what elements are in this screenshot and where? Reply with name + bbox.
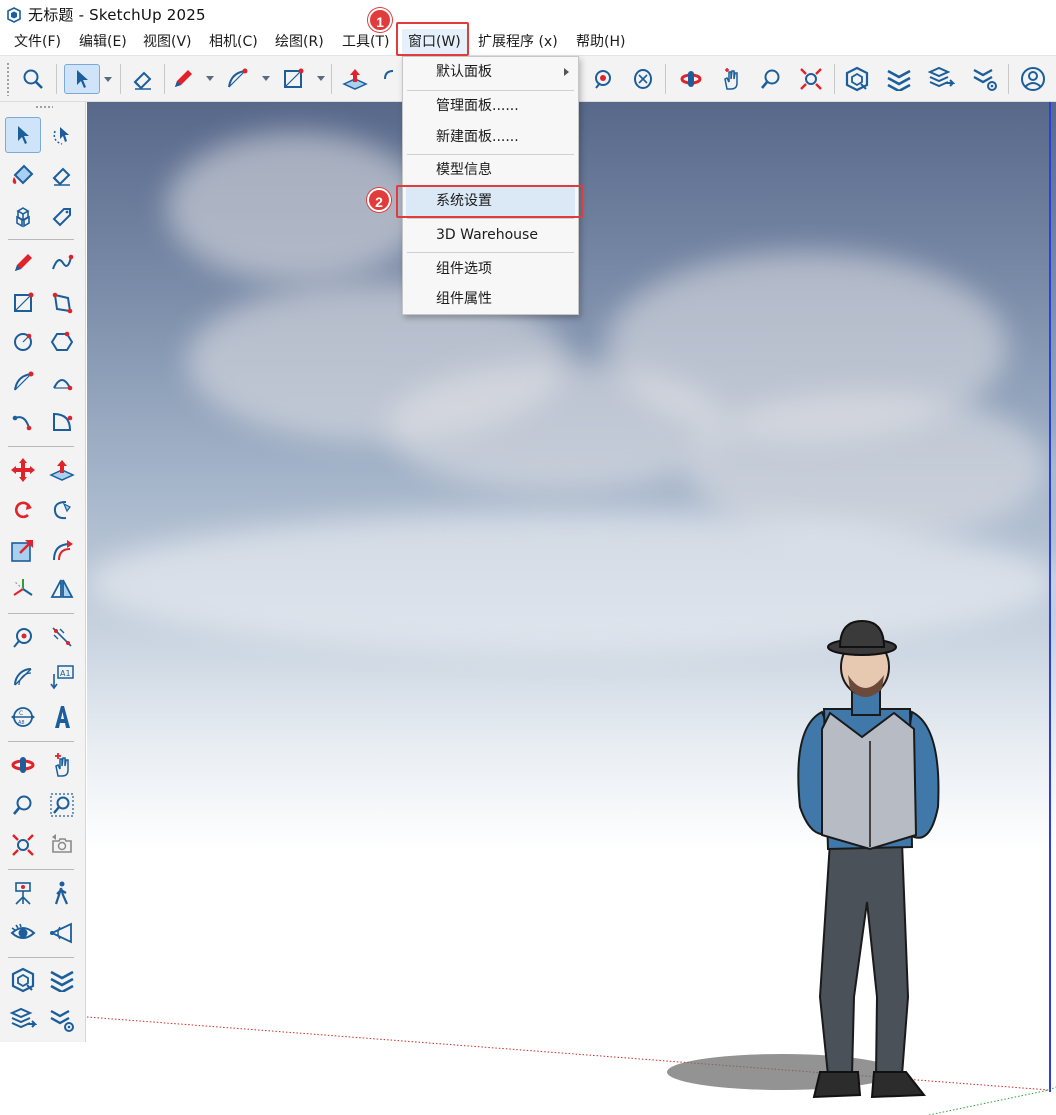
step-badge-1: 1 xyxy=(368,8,392,32)
follow-me-icon[interactable] xyxy=(44,492,80,528)
menu-help[interactable]: 帮助(H) xyxy=(570,29,631,55)
rectangle-dropdown-caret[interactable] xyxy=(317,76,325,81)
zoom-extents-icon[interactable] xyxy=(796,64,826,94)
arc-icon[interactable] xyxy=(222,64,252,94)
menu-item-manage-trays[interactable]: 管理面板...... xyxy=(406,91,575,121)
search-icon[interactable] xyxy=(18,64,48,94)
look-around-icon[interactable] xyxy=(5,915,41,951)
step-badge-2: 2 xyxy=(367,188,391,212)
eraser-icon[interactable] xyxy=(44,157,80,193)
sketchup-logo-icon xyxy=(7,6,21,23)
menu-item-3d-warehouse[interactable]: 3D Warehouse xyxy=(406,220,575,250)
pie-icon[interactable] xyxy=(44,404,80,440)
move-icon[interactable] xyxy=(5,452,41,488)
account-icon[interactable] xyxy=(1018,64,1048,94)
highlight-box-window-menu xyxy=(396,22,469,56)
menu-item-component-attributes[interactable]: 组件属性 xyxy=(406,284,575,314)
menu-item-default-tray[interactable]: 默认面板 xyxy=(406,57,575,87)
pan-icon[interactable] xyxy=(676,64,706,94)
highlight-box-preferences xyxy=(396,185,583,218)
toolbar-grip[interactable] xyxy=(6,62,10,96)
3d-warehouse-icon[interactable] xyxy=(842,64,872,94)
tag-icon[interactable] xyxy=(44,199,80,235)
arc-icon[interactable] xyxy=(5,364,41,400)
menu-view[interactable]: 视图(V) xyxy=(137,29,198,55)
select-icon[interactable] xyxy=(64,64,100,94)
extension-manager-icon[interactable] xyxy=(970,64,1000,94)
hand-pan-icon[interactable] xyxy=(716,64,746,94)
rectangle-icon[interactable] xyxy=(5,285,41,321)
left-tool-palette: A1 C A8 xyxy=(0,102,86,1042)
protractor-icon[interactable] xyxy=(5,659,41,695)
submenu-arrow-icon xyxy=(564,68,569,76)
flip-icon[interactable] xyxy=(44,571,80,607)
three-point-arc-icon[interactable] xyxy=(5,404,41,440)
menu-item-component-options[interactable]: 组件选项 xyxy=(406,254,575,284)
axes-icon[interactable] xyxy=(5,571,41,607)
select-dropdown-button[interactable] xyxy=(101,64,115,94)
scale-figure-person[interactable] xyxy=(662,617,992,1107)
menu-bar: 文件(F) 编辑(E) 视图(V) 相机(C) 绘图(R) 工具(T) 窗口(W… xyxy=(0,29,1056,55)
walk-icon[interactable] xyxy=(44,875,80,911)
push-pull-icon[interactable] xyxy=(44,452,80,488)
zoom-extents-icon[interactable] xyxy=(5,827,41,863)
extension-manager-icon[interactable] xyxy=(44,1002,80,1038)
section-plane-icon[interactable]: C A8 xyxy=(5,699,41,735)
dimension-icon[interactable] xyxy=(44,619,80,655)
rotated-rectangle-icon[interactable] xyxy=(44,285,80,321)
extension-warehouse-icon[interactable] xyxy=(44,962,80,998)
zoom-icon[interactable] xyxy=(756,64,786,94)
paint-bucket-icon[interactable] xyxy=(5,157,41,193)
svg-text:A8: A8 xyxy=(18,720,25,726)
menu-item-new-tray[interactable]: 新建面板...... xyxy=(406,122,575,152)
layer-export-icon[interactable] xyxy=(926,64,956,94)
zoom-window-icon[interactable] xyxy=(44,787,80,823)
pencil-icon[interactable] xyxy=(5,245,41,281)
menu-item-model-info[interactable]: 模型信息 xyxy=(406,155,575,185)
position-camera-icon[interactable] xyxy=(5,875,41,911)
menu-draw[interactable]: 绘图(R) xyxy=(269,29,330,55)
menu-edit[interactable]: 编辑(E) xyxy=(73,29,133,55)
menu-camera[interactable]: 相机(C) xyxy=(203,29,264,55)
paint-icon[interactable] xyxy=(588,64,618,94)
pencil-dropdown-caret[interactable] xyxy=(206,76,214,81)
freehand-icon[interactable] xyxy=(44,245,80,281)
orbit-icon[interactable] xyxy=(628,64,658,94)
pan-icon[interactable] xyxy=(44,747,80,783)
menu-tools[interactable]: 工具(T) xyxy=(336,29,395,55)
rotate-icon[interactable] xyxy=(5,492,41,528)
orbit-icon[interactable] xyxy=(5,747,41,783)
menu-file[interactable]: 文件(F) xyxy=(8,29,67,55)
3d-text-icon[interactable] xyxy=(44,699,80,735)
rectangle-icon[interactable] xyxy=(278,64,308,94)
select-icon[interactable] xyxy=(5,117,41,153)
zoom-icon[interactable] xyxy=(5,787,41,823)
svg-text:A1: A1 xyxy=(60,669,71,678)
tape-measure-icon[interactable] xyxy=(5,619,41,655)
circle-icon[interactable] xyxy=(5,324,41,360)
window-title: 无标题 - SketchUp 2025 xyxy=(28,6,206,24)
3d-warehouse-icon[interactable] xyxy=(5,962,41,998)
menu-item-label: 默认面板 xyxy=(436,64,492,80)
offset-icon[interactable] xyxy=(44,532,80,568)
push-pull-icon[interactable] xyxy=(340,64,370,94)
component-icon[interactable] xyxy=(5,199,41,235)
previous-view-icon[interactable] xyxy=(44,827,80,863)
pencil-icon[interactable] xyxy=(168,64,198,94)
menu-extensions[interactable]: 扩展程序 (x) xyxy=(472,29,564,55)
scale-icon[interactable] xyxy=(5,532,41,568)
lasso-select-icon[interactable] xyxy=(44,117,80,153)
eraser-icon[interactable] xyxy=(128,64,158,94)
title-bar: 无标题 - SketchUp 2025 xyxy=(0,0,1056,29)
text-icon[interactable]: A1 xyxy=(44,659,80,695)
polygon-icon[interactable] xyxy=(44,324,80,360)
arc-dropdown-caret[interactable] xyxy=(262,76,270,81)
palette-grip[interactable] xyxy=(35,105,53,109)
field-of-view-icon[interactable] xyxy=(44,915,80,951)
layer-export-icon[interactable] xyxy=(5,1002,41,1038)
two-point-arc-icon[interactable] xyxy=(44,364,80,400)
svg-text:C: C xyxy=(19,710,23,717)
extension-warehouse-icon[interactable] xyxy=(884,64,914,94)
